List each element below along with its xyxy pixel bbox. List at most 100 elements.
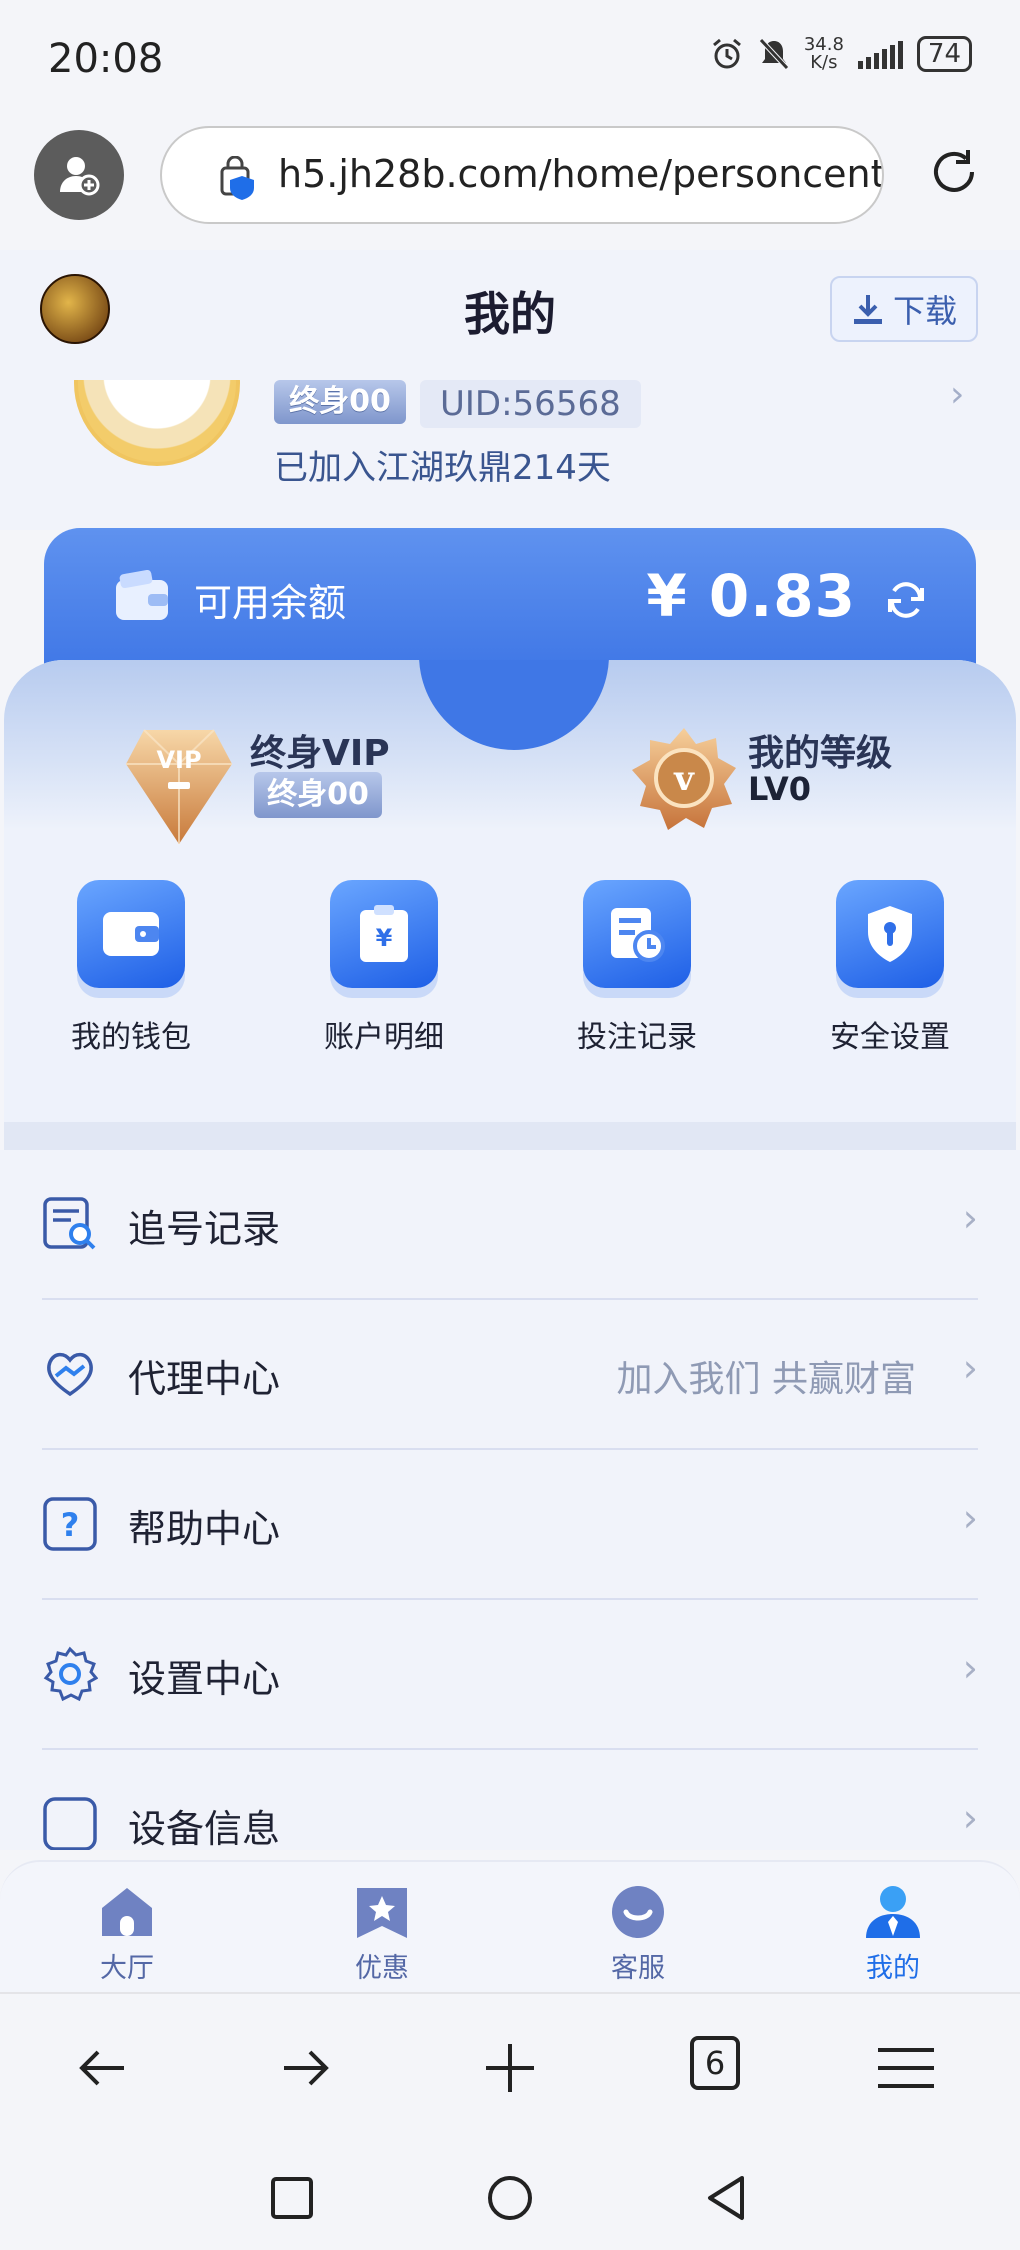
download-label: 下载	[892, 292, 957, 330]
help-icon: ?	[43, 1497, 97, 1551]
joined-days: 已加入江湖玖鼎214天	[274, 448, 611, 488]
bet-record-icon	[611, 908, 665, 962]
account-detail-icon: ¥	[360, 905, 408, 962]
avatar[interactable]	[74, 380, 240, 466]
user-icon	[866, 1886, 920, 1938]
level-medal-letter: v	[673, 759, 695, 799]
net-speed: 34.8 K/s	[804, 36, 844, 72]
recent-apps-icon[interactable]	[270, 2176, 314, 2220]
svg-text:¥: ¥	[376, 924, 393, 952]
tab-label: 大厅	[100, 1953, 154, 1984]
battery-icon: 74	[916, 36, 972, 72]
url-text: h5.jh28b.com/home/personcente	[278, 152, 884, 196]
tab-label: 客服	[611, 1953, 665, 1984]
browser-url-row: h5.jh28b.com/home/personcente	[0, 120, 1020, 250]
settings-gear-icon	[43, 1646, 98, 1702]
menu-item-label: 追号记录	[128, 1207, 281, 1251]
vip-panel: VIP 终身VIP 终身00 v 我的等级 LV0 我的钱包 ¥ 账户明细 投注…	[4, 660, 1016, 1140]
download-button[interactable]: 下载	[830, 276, 978, 342]
svg-text:?: ?	[61, 1506, 80, 1544]
wallet-icon	[103, 912, 159, 956]
menu-hamburger-icon[interactable]	[876, 2038, 936, 2098]
menu-item-label: 设置中心	[128, 1657, 281, 1701]
quick-action-label: 安全设置	[830, 1020, 950, 1055]
back-arrow-icon[interactable]	[72, 2038, 132, 2098]
browser-toolbar: 6	[0, 1992, 1020, 2142]
vip-gem-text: VIP	[156, 746, 201, 774]
support-icon	[612, 1886, 664, 1938]
home-icon	[102, 1888, 152, 1936]
menu-item-settings-center[interactable]: 设置中心 ›	[42, 1600, 978, 1750]
device-icon	[43, 1797, 97, 1850]
agent-heart-icon	[47, 1352, 93, 1397]
status-icons: 34.8 K/s 74	[710, 36, 972, 72]
bottom-tab-bar: 大厅 优惠 客服 我的	[0, 1860, 1020, 1992]
browser-profile-button[interactable]	[34, 130, 124, 220]
net-speed-unit: K/s	[810, 52, 838, 73]
menu-item-help-center[interactable]: ? 帮助中心 ›	[42, 1450, 978, 1600]
tab-mine[interactable]: 我的	[813, 1884, 973, 1985]
back-triangle-icon[interactable]	[704, 2174, 748, 2222]
menu-item-label: 代理中心	[128, 1357, 281, 1401]
balance-amount: ¥ 0.83	[646, 562, 856, 630]
system-navigation-bar	[0, 2142, 1020, 2250]
chevron-right-icon: ›	[962, 1496, 978, 1540]
quick-action-bet-record[interactable]: 投注记录	[537, 880, 737, 1056]
wallet-icon	[116, 570, 168, 620]
url-field[interactable]: h5.jh28b.com/home/personcente	[160, 126, 884, 224]
vip-title: 终身VIP	[250, 733, 390, 774]
chase-record-icon	[43, 1197, 96, 1250]
balance-label: 可用余额	[194, 581, 347, 625]
status-bar: 20:08 34.8 K/s 74	[0, 0, 1020, 120]
signal-icon	[857, 39, 903, 69]
menu-item-device-info[interactable]: 设备信息 ›	[42, 1750, 978, 1850]
home-circle-icon[interactable]	[486, 2174, 534, 2222]
menu-item-chase-record[interactable]: 追号记录 ›	[42, 1150, 978, 1300]
membership-badge: 终身00	[274, 380, 406, 424]
menu-list: 追号记录 › 代理中心 加入我们 共赢财富 › ? 帮助中心 › 设置中心 › …	[0, 1150, 1020, 1850]
download-icon	[853, 295, 882, 324]
mute-bell-icon	[758, 38, 789, 70]
tab-lobby[interactable]: 大厅	[47, 1884, 207, 1985]
tab-label: 我的	[866, 1953, 920, 1984]
quick-action-label: 账户明细	[324, 1020, 444, 1055]
quick-action-label: 投注记录	[577, 1020, 697, 1055]
security-shield-icon	[868, 906, 912, 962]
menu-item-label: 设备信息	[128, 1807, 281, 1850]
chevron-right-icon: ›	[962, 1346, 978, 1390]
quick-action-account-detail[interactable]: ¥ 账户明细	[284, 880, 484, 1056]
tab-customer-service[interactable]: 客服	[558, 1884, 718, 1985]
promo-star-icon	[357, 1888, 407, 1938]
secure-site-icon	[220, 156, 254, 200]
quick-actions: 我的钱包 ¥ 账户明细 投注记录 安全设置	[4, 880, 1016, 1060]
quick-action-wallet[interactable]: 我的钱包	[31, 880, 231, 1056]
tabs-count-button[interactable]: 6	[690, 2036, 740, 2090]
status-time: 20:08	[48, 36, 164, 82]
level-title: 我的等级	[748, 733, 893, 774]
chevron-right-icon: ›	[962, 1646, 978, 1690]
tab-label: 优惠	[355, 1953, 409, 1984]
user-id: UID:56568	[420, 380, 641, 428]
menu-item-agent-center[interactable]: 代理中心 加入我们 共赢财富 ›	[42, 1300, 978, 1450]
chevron-right-icon: ›	[962, 1796, 978, 1840]
tab-promotions[interactable]: 优惠	[302, 1884, 462, 1985]
level-medal-icon: v	[632, 728, 736, 830]
alarm-icon	[712, 38, 741, 69]
section-divider	[4, 1122, 1016, 1150]
chevron-right-icon: ›	[950, 380, 965, 415]
profile-section[interactable]: 终身00 UID:56568 已加入江湖玖鼎214天 ›	[0, 380, 1020, 530]
chevron-right-icon: ›	[962, 1196, 978, 1240]
vip-badge: 终身00	[254, 772, 382, 818]
add-user-icon	[60, 157, 100, 196]
vip-gem-icon: VIP	[126, 729, 232, 844]
level-value: LV0	[748, 770, 812, 808]
quick-action-label: 我的钱包	[71, 1020, 191, 1055]
forward-arrow-icon[interactable]	[276, 2038, 336, 2098]
menu-item-label: 帮助中心	[128, 1507, 281, 1551]
new-tab-plus-icon[interactable]	[480, 2038, 540, 2098]
quick-action-security[interactable]: 安全设置	[790, 880, 990, 1056]
menu-item-subtitle: 加入我们 共赢财富	[616, 1359, 916, 1400]
reload-icon[interactable]	[926, 144, 982, 200]
refresh-icon[interactable]	[884, 578, 928, 622]
app-header: 我的 下载	[0, 250, 1020, 380]
